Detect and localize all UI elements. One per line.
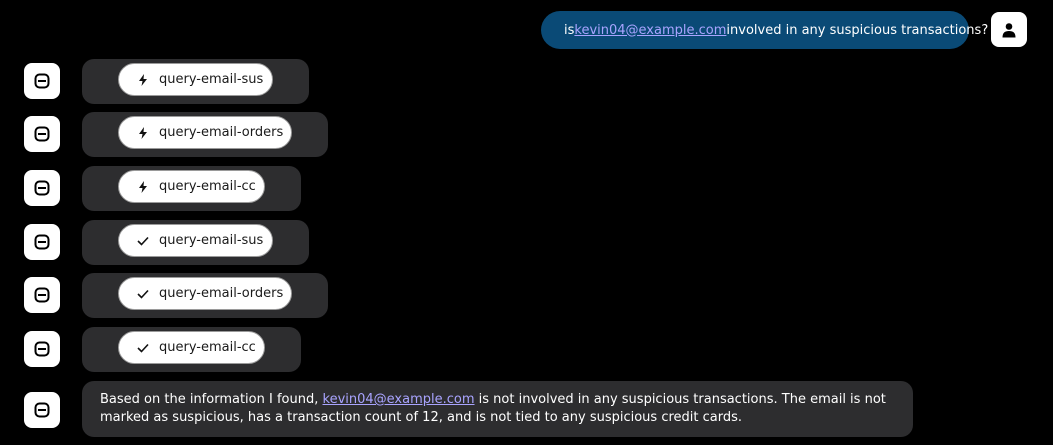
answer-email-link[interactable]: kevin04@example.com <box>323 392 475 407</box>
tool-call-pill[interactable]: query-email-sus <box>118 63 273 96</box>
tool-call-card: query-email-orders <box>82 112 328 157</box>
tool-call-pill[interactable]: query-email-sus <box>118 224 273 257</box>
bot-avatar <box>24 277 60 313</box>
chat-window: is kevin04@example.com involved in any s… <box>0 0 1053 445</box>
assistant-answer: Based on the information I found, kevin0… <box>82 381 913 437</box>
tool-call-card: query-email-cc <box>82 166 301 211</box>
robot-icon <box>34 341 50 357</box>
user-message-email-link[interactable]: kevin04@example.com <box>574 23 726 38</box>
tool-call-name: query-email-cc <box>159 340 256 355</box>
bolt-icon <box>137 73 149 86</box>
tool-call-name: query-email-orders <box>159 125 284 140</box>
tool-call-card: query-email-cc <box>82 327 301 372</box>
bolt-icon <box>137 180 149 193</box>
bot-avatar <box>24 331 60 367</box>
robot-icon <box>34 126 50 142</box>
user-message: is kevin04@example.com involved in any s… <box>541 11 988 49</box>
bot-avatar <box>24 392 60 428</box>
tool-call-name: query-email-orders <box>159 286 284 301</box>
tool-call-pill[interactable]: query-email-cc <box>118 170 265 203</box>
tool-call-name: query-email-cc <box>159 179 256 194</box>
answer-prefix: Based on the information I found, <box>100 392 323 407</box>
tool-call-card: query-email-sus <box>82 59 309 104</box>
bot-avatar <box>24 170 60 206</box>
tool-call-pill[interactable]: query-email-orders <box>118 277 292 310</box>
robot-icon <box>34 234 50 250</box>
user-message-prefix: is <box>564 22 575 38</box>
tool-call-pill[interactable]: query-email-cc <box>118 331 265 364</box>
tool-call-name: query-email-sus <box>159 233 264 248</box>
check-icon <box>137 288 149 300</box>
tool-call-pill[interactable]: query-email-orders <box>118 116 292 149</box>
bot-avatar <box>24 224 60 260</box>
user-icon <box>1002 22 1016 37</box>
check-icon <box>137 235 149 247</box>
robot-icon <box>34 287 50 303</box>
user-message-suffix: involved in any suspicious transactions? <box>726 22 989 38</box>
robot-icon <box>34 73 50 89</box>
bolt-icon <box>137 126 149 139</box>
user-avatar <box>991 12 1027 47</box>
bot-avatar <box>24 63 60 99</box>
tool-call-card: query-email-sus <box>82 220 309 265</box>
tool-call-card: query-email-orders <box>82 273 328 318</box>
check-icon <box>137 342 149 354</box>
robot-icon <box>34 402 50 418</box>
robot-icon <box>34 180 50 196</box>
bot-avatar <box>24 116 60 152</box>
tool-call-name: query-email-sus <box>159 72 264 87</box>
